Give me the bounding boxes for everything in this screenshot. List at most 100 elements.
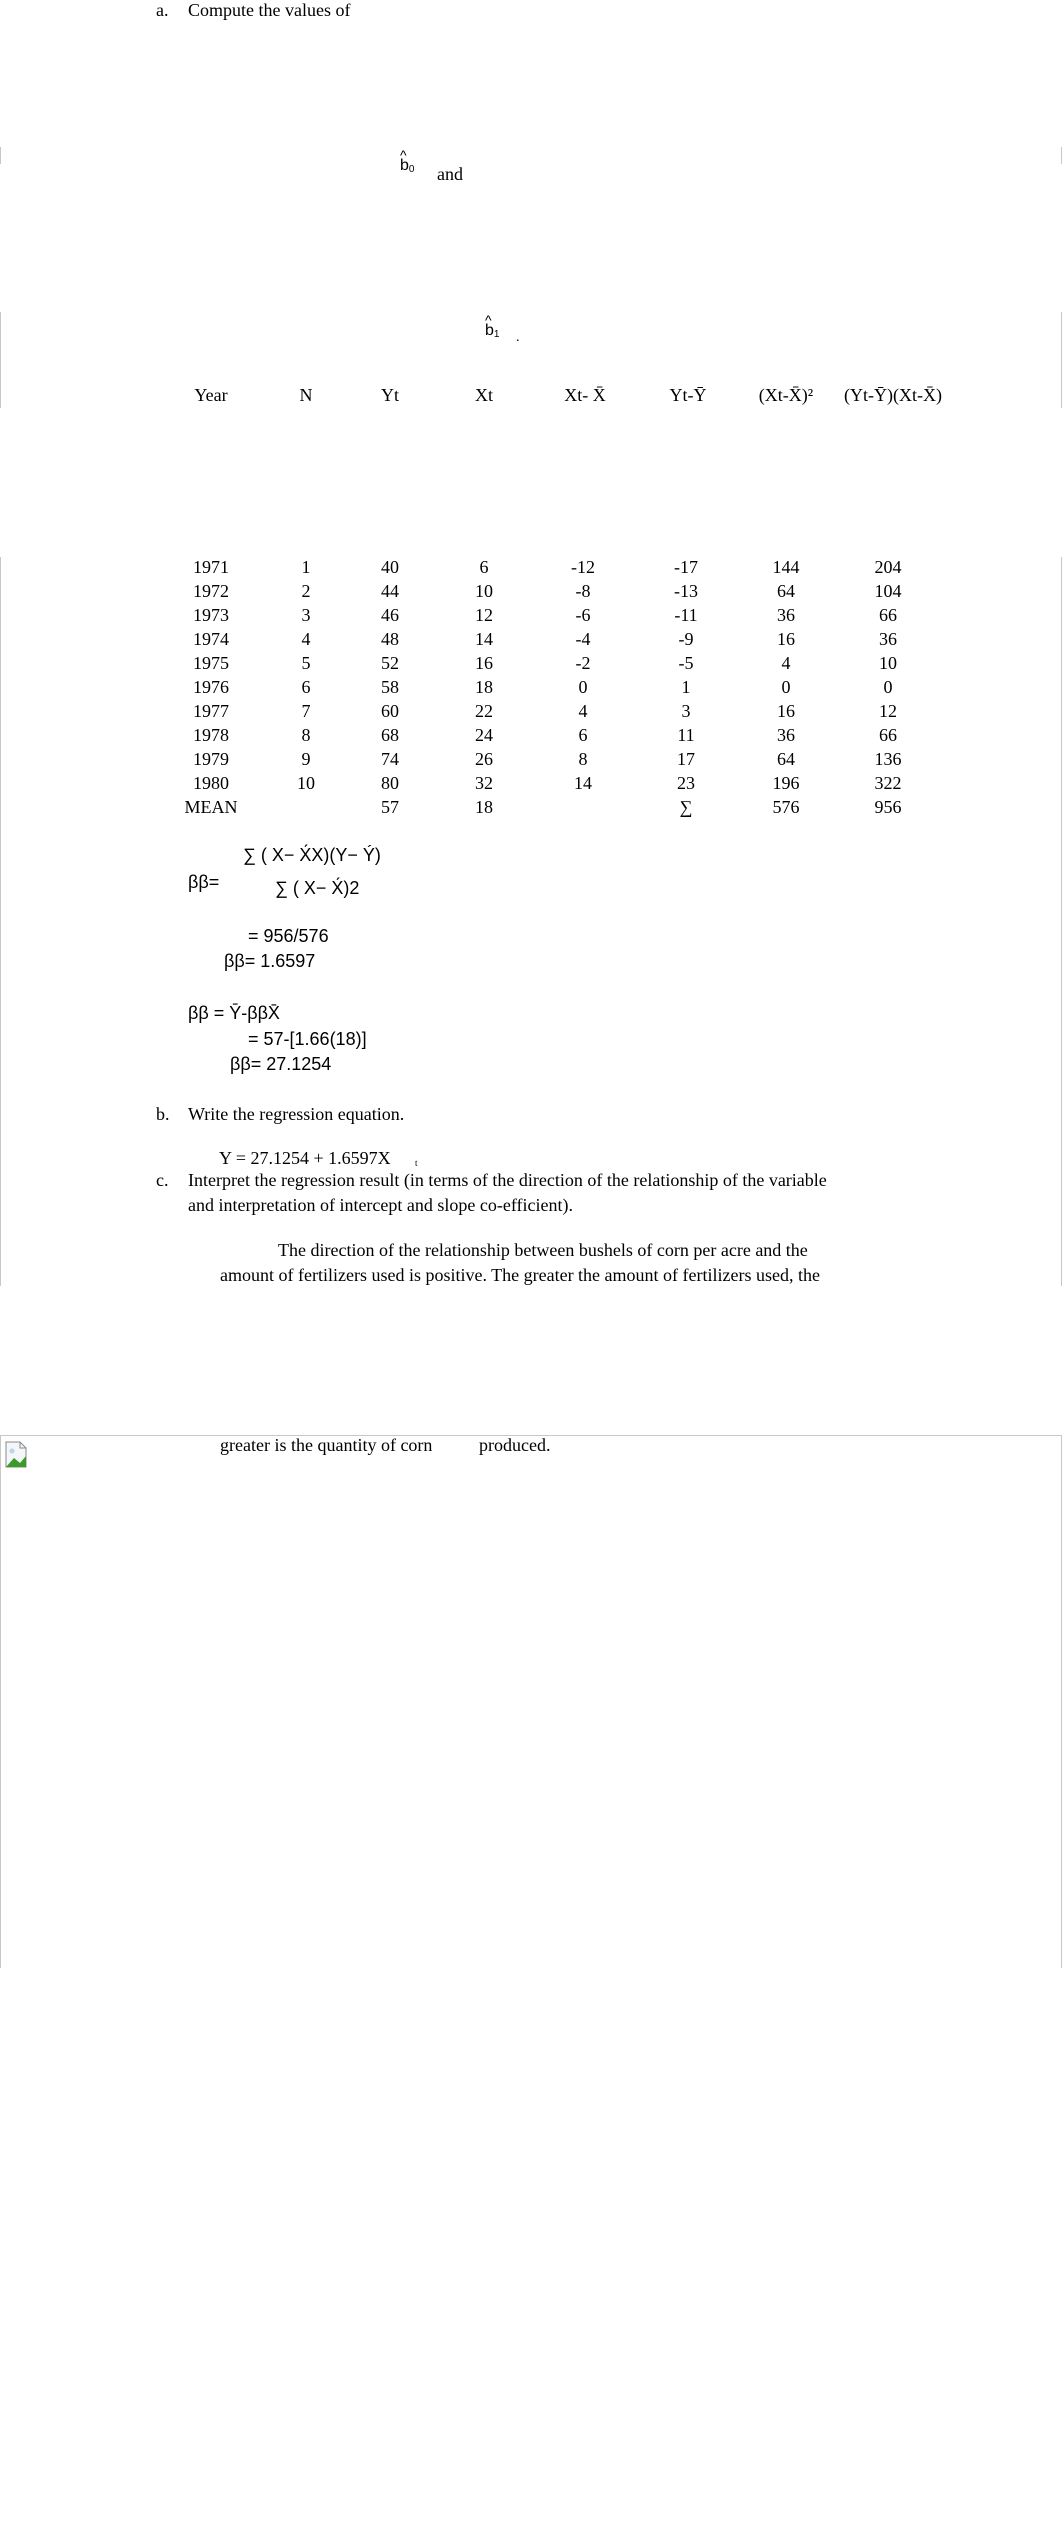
header-n: N [299,385,313,405]
table-cell: 17 [677,749,695,769]
table-cell: 23 [677,773,695,793]
table-cell: 66 [879,725,897,745]
frame-left-2 [0,312,1,408]
equation-subscript: t [415,1158,418,1168]
table-cell: 1 [301,557,311,577]
beta1-numerator: ∑ ( X− X́X)(Y− Ý) [243,845,381,865]
question-c-line2: and interpretation of intercept and slop… [188,1195,574,1215]
answer-line1: The direction of the relationship betwee… [278,1240,808,1260]
beta1-result: ββ= 1.6597 [224,951,316,971]
table-cell: 1978 [193,725,229,745]
table-cell: 4 [781,653,791,673]
table-cell: 2 [301,581,311,601]
hat-icon: ^ [400,147,407,163]
table-cell: 4 [301,629,311,649]
b0-hat-symbol: ^ b0 [400,147,415,175]
beta1-denominator: ∑ ( X− X́)2 [275,878,360,898]
question-c-line1: Interpret the regression result (in term… [188,1170,827,1190]
table-cell: 52 [381,653,399,673]
table-cell: 64 [777,749,795,769]
table-cell: 1972 [193,581,229,601]
table-cell: 11 [677,725,695,745]
table-cell: 18 [475,677,493,697]
image-frame [0,1435,1062,1968]
table-cell: 144 [772,557,800,577]
table-cell: 48 [381,629,399,649]
table-cell: 1977 [193,701,229,721]
header-yt: Yt [381,385,399,405]
table-cell: -17 [674,557,698,577]
table-cell: 1973 [193,605,229,625]
table-cell: 14 [475,629,493,649]
table-cell: -8 [575,581,591,601]
table-cell: 10 [297,773,315,793]
table-cell: 16 [777,701,795,721]
b1-hat-symbol: ^ b1 [485,312,500,340]
table-cell: 40 [381,557,399,577]
answer-line3a: greater is the quantity of corn [220,1435,433,1455]
table-cell: 0 [883,677,893,697]
table-cell: 80 [381,773,399,793]
table-cell: 956 [874,797,902,817]
table-cell: 4 [578,701,588,721]
table-cell: -2 [575,653,591,673]
table-cell: 18 [475,797,493,817]
table-cell: 1976 [193,677,229,697]
table-cell: 3 [301,605,311,625]
table-cell: -5 [678,653,694,673]
header-y-dev: Yt-Ȳ [669,385,707,405]
table-cell: 60 [381,701,399,721]
table-cell: 8 [301,725,311,745]
table-cell: 12 [879,701,897,721]
table-cell: 576 [772,797,800,817]
question-b-label: b. [156,1104,170,1124]
beta0-result: ββ= 27.1254 [230,1054,332,1074]
table-cell: 1979 [193,749,229,769]
table-cell: 57 [381,797,399,817]
table-cell: 204 [874,557,902,577]
table-cell: 44 [381,581,399,601]
table-cell: 1971 [193,557,229,577]
table-cell: -12 [571,557,595,577]
table-cell: -11 [674,605,698,625]
table-cell: 10 [475,581,493,601]
table-cell: 16 [475,653,493,673]
header-year: Year [194,385,228,405]
and-text: and [437,164,463,184]
table-cell: -4 [575,629,591,649]
table-cell: 136 [874,749,902,769]
frame-left-1 [0,147,1,164]
header-x-dev: Xt- X̄ [564,385,606,405]
table-cell: 66 [879,605,897,625]
beta0-lhs: ββ = Ȳ-ββX̄ [188,1003,280,1023]
table-cell: MEAN [184,797,238,817]
table-cell: 1975 [193,653,229,673]
table-cell: 1980 [193,773,229,793]
table-cell: 7 [301,701,311,721]
answer-line3b: produced. [479,1435,551,1455]
table-cell: 12 [475,605,493,625]
table-cell: ∑ [679,797,693,817]
table-cell: 74 [381,749,399,769]
table-cell: 64 [777,581,795,601]
b1-period: . [516,330,520,345]
header-xt: Xt [475,385,493,405]
table-cell: 68 [381,725,399,745]
beta0-step: = 57-[1.66(18)] [248,1029,367,1049]
question-b-text: Write the regression equation. [188,1104,405,1124]
table-cell: 0 [578,677,588,697]
frame-left-3 [0,557,1,1286]
table-cell: 6 [301,677,311,697]
answer-line2: amount of fertilizers used is positive. … [220,1265,820,1285]
table-cell: 9 [301,749,311,769]
table-cell: 58 [381,677,399,697]
table-cell: 1 [681,677,691,697]
table-cell: 5 [301,653,311,673]
question-c-label: c. [156,1170,169,1190]
table-cell: 36 [777,605,795,625]
table-cell: 6 [578,725,588,745]
table-cell: 16 [777,629,795,649]
table-cell: -6 [575,605,591,625]
table-cell: 3 [681,701,691,721]
question-a-text: Compute the values of [188,0,351,20]
